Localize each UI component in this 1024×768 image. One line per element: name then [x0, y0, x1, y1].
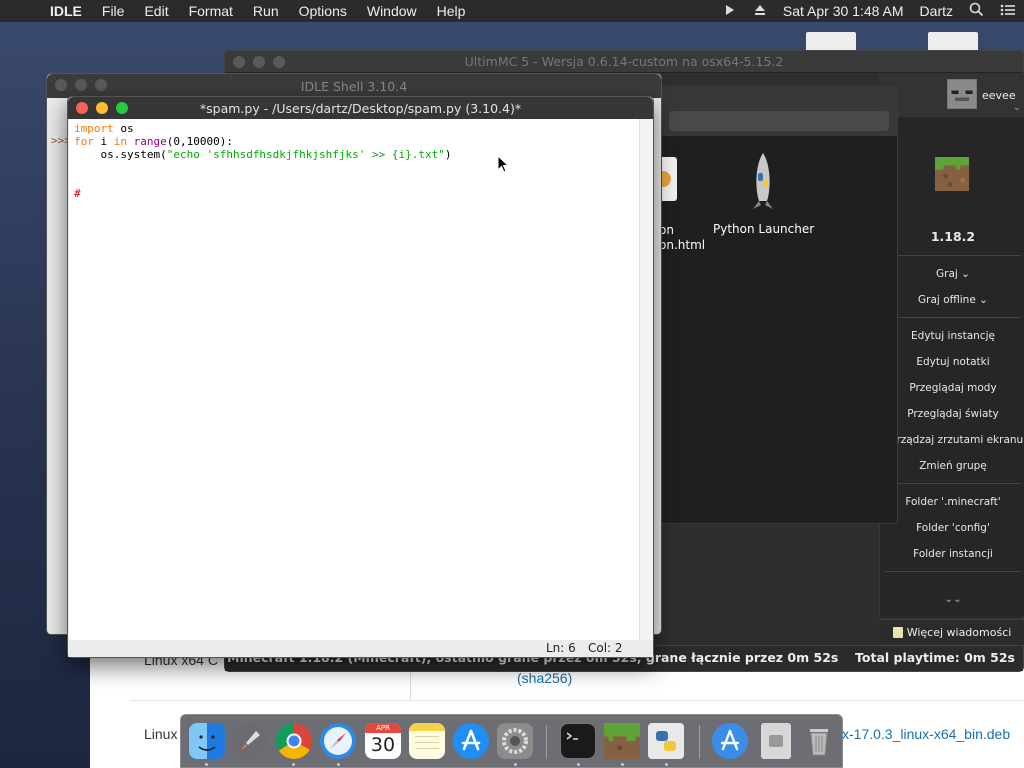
- menu-run[interactable]: Run: [243, 3, 289, 19]
- menu-options[interactable]: Options: [289, 3, 357, 19]
- finder-dock-icon[interactable]: [189, 723, 225, 759]
- chevron-double-down-icon[interactable]: ⌄⌄: [880, 593, 1024, 605]
- menu-edit[interactable]: Edit: [134, 3, 178, 19]
- mouse-pointer-icon: [497, 154, 510, 176]
- spotlight-search-icon[interactable]: [961, 2, 992, 20]
- calendar-dock-icon[interactable]: APR 30: [365, 723, 401, 759]
- menu-app-name[interactable]: IDLE: [40, 3, 92, 19]
- toolbar: eevee ⌄: [879, 73, 1024, 117]
- window-title: *spam.py - /Users/dartz/Desktop/spam.py …: [199, 101, 522, 116]
- code-line: import os: [74, 122, 134, 135]
- running-indicator: [621, 763, 624, 766]
- desktop-file-icon[interactable]: [806, 32, 856, 52]
- play-offline-button[interactable]: Graj offline ⌄: [880, 294, 1024, 306]
- eject-icon[interactable]: [745, 3, 775, 20]
- edit-instance-button[interactable]: Edytuj instancję: [880, 330, 1024, 342]
- window-title: UltimMC 5 - Wersja 0.6.14-custom na osx6…: [464, 54, 784, 69]
- running-indicator: [665, 763, 668, 766]
- account-name[interactable]: eevee: [982, 89, 1016, 102]
- notes-dock-icon[interactable]: [409, 723, 445, 759]
- status-app-icon[interactable]: [715, 3, 745, 20]
- finder-search-field[interactable]: [669, 111, 889, 131]
- terminal-dock-icon[interactable]: [560, 723, 596, 759]
- divider: [885, 317, 1021, 318]
- dock-divider: [546, 725, 547, 759]
- window-title: IDLE Shell 3.10.4: [300, 79, 408, 94]
- launchpad-dock-icon[interactable]: [232, 723, 268, 759]
- instance-icon: [935, 157, 969, 191]
- running-indicator: [514, 763, 517, 766]
- chevron-down-icon[interactable]: ⌄: [1013, 103, 1021, 113]
- running-indicator: [337, 763, 340, 766]
- notification-center-icon[interactable]: [992, 3, 1024, 20]
- more-news-button[interactable]: Więcej wiadomości: [879, 619, 1024, 645]
- running-indicator: [205, 763, 208, 766]
- system-preferences-dock-icon[interactable]: [497, 723, 533, 759]
- dock-divider: [699, 725, 700, 759]
- file-label[interactable]: on.html: [659, 238, 705, 252]
- code-line: os.system("echo 'sfhhsdfhsdkjfhkjshfjks'…: [74, 148, 452, 161]
- instance-folder-button[interactable]: Folder instancji: [880, 548, 1024, 560]
- window-titlebar[interactable]: *spam.py - /Users/dartz/Desktop/spam.py …: [68, 97, 653, 119]
- menu-format[interactable]: Format: [179, 3, 243, 19]
- edit-notes-button[interactable]: Edytuj notatki: [880, 356, 1024, 368]
- code-line: for i in range(0,10000):: [74, 135, 233, 148]
- download-link[interactable]: x-17.0.3_linux-x64_bin.deb: [842, 726, 1010, 742]
- trash-dock-icon[interactable]: [801, 723, 837, 759]
- dock: APR 30: [180, 714, 843, 768]
- divider: [885, 483, 1021, 484]
- divider: [885, 571, 1021, 572]
- applications-folder-dock-icon[interactable]: [712, 723, 748, 759]
- play-button[interactable]: Graj ⌄: [880, 268, 1024, 280]
- calendar-month: APR: [365, 723, 401, 733]
- python-launcher-label[interactable]: Python Launcher: [713, 222, 814, 236]
- running-indicator: [577, 763, 580, 766]
- user-menu[interactable]: Dartz: [912, 3, 961, 19]
- menu-help[interactable]: Help: [427, 3, 476, 19]
- finder-window: on on.html Python Launcher: [651, 86, 898, 524]
- browse-mods-button[interactable]: Przeglądaj mody: [880, 382, 1024, 394]
- account-avatar[interactable]: [947, 79, 977, 109]
- idle-editor-window: *spam.py - /Users/dartz/Desktop/spam.py …: [67, 96, 654, 658]
- python-idle-dock-icon[interactable]: [648, 723, 684, 759]
- code-line: #: [74, 187, 81, 200]
- menu-window[interactable]: Window: [357, 3, 427, 19]
- code-editor[interactable]: import os for i in range(0,10000): os.sy…: [69, 119, 639, 641]
- window-titlebar[interactable]: UltimMC 5 - Wersja 0.6.14-custom na osx6…: [225, 51, 1023, 73]
- column-number: Col: 2: [588, 641, 623, 655]
- total-playtime: Total playtime: 0m 52s: [855, 650, 1015, 665]
- running-indicator: [292, 763, 295, 766]
- downloads-dock-icon[interactable]: [761, 723, 791, 759]
- change-group-button[interactable]: Zmień grupę: [880, 460, 1024, 472]
- manage-screenshots-button[interactable]: Zarządzaj zrzutami ekranu: [880, 434, 1024, 446]
- config-folder-button[interactable]: Folder 'config': [880, 522, 1024, 534]
- chrome-dock-icon[interactable]: [276, 723, 312, 759]
- divider: [130, 700, 1024, 701]
- python-launcher-icon[interactable]: [749, 153, 777, 211]
- download-row-label: Linux: [144, 726, 178, 742]
- calendar-day: 30: [370, 734, 396, 756]
- clock[interactable]: Sat Apr 30 1:48 AM: [775, 3, 912, 19]
- vertical-scrollbar[interactable]: [639, 119, 653, 641]
- window-titlebar[interactable]: IDLE Shell 3.10.4: [47, 74, 661, 98]
- news-icon: [892, 627, 903, 638]
- app-store-dock-icon[interactable]: [453, 723, 489, 759]
- instance-panel: 1.18.2 Graj ⌄ Graj offline ⌄ Edytuj inst…: [879, 117, 1024, 617]
- line-number: Ln: 6: [546, 641, 576, 655]
- editor-status-bar: Ln: 6 Col: 2: [68, 640, 653, 657]
- menu-bar: IDLE File Edit Format Run Options Window…: [0, 0, 1024, 22]
- minecraft-folder-button[interactable]: Folder '.minecraft': [880, 496, 1024, 508]
- menu-file[interactable]: File: [92, 3, 135, 19]
- safari-dock-icon[interactable]: [320, 723, 356, 759]
- desktop-file-icon[interactable]: [928, 32, 978, 52]
- minecraft-dock-icon[interactable]: [604, 723, 640, 759]
- sha256-link[interactable]: (sha256): [517, 670, 572, 686]
- browse-worlds-button[interactable]: Przeglądaj światy: [880, 408, 1024, 420]
- divider: [885, 255, 1021, 256]
- instance-version: 1.18.2: [930, 229, 976, 244]
